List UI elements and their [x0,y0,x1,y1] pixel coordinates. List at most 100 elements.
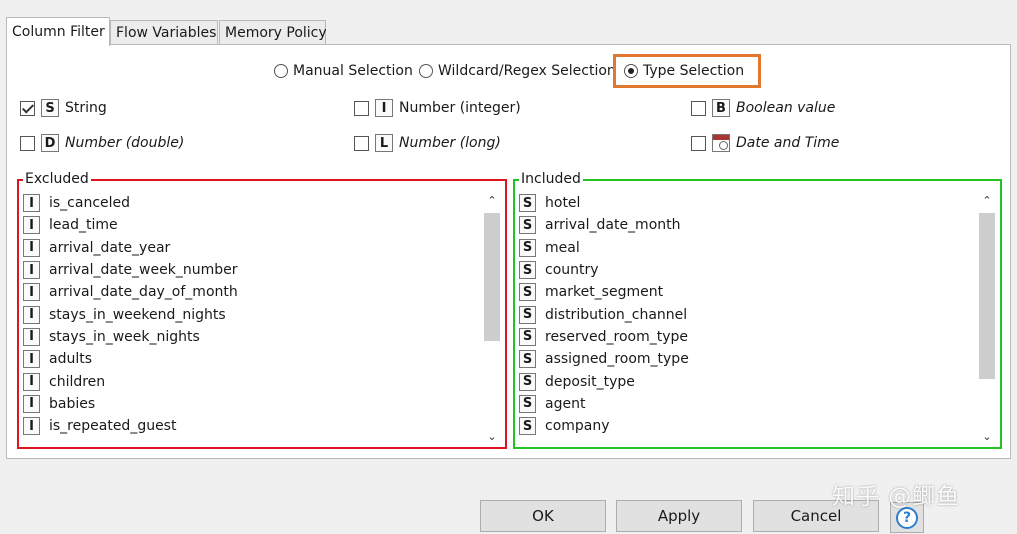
radio-manual-selection[interactable]: Manual Selection [274,63,413,79]
radio-label: Wildcard/Regex Selection [438,63,616,79]
type-label: String [65,100,107,116]
scroll-thumb[interactable] [979,213,995,379]
included-list[interactable]: Shotel Sarrival_date_month Smeal Scountry Sm… [519,192,976,446]
type-option-string[interactable]: S String [20,99,107,117]
string-type-icon: S [519,305,536,324]
list-item[interactable]: Iarrival_date_week_number [23,259,481,281]
list-item[interactable]: Smarket_segment [519,281,976,303]
list-item[interactable]: Sarrival_date_month [519,214,976,236]
tab-memory-policy[interactable]: Memory Policy [219,20,327,44]
tab-flow-variables[interactable]: Flow Variables [110,20,218,44]
column-name: is_repeated_guest [49,418,177,435]
ok-button[interactable]: OK [480,500,606,532]
list-item[interactable]: Smeal [519,237,976,259]
radio-wildcard-selection[interactable]: Wildcard/Regex Selection [419,63,616,79]
type-option-integer[interactable]: I Number (integer) [354,99,521,117]
list-item[interactable]: Sreserved_room_type [519,326,976,348]
column-name: arrival_date_month [545,217,681,234]
integer-type-icon: I [23,350,40,369]
checkbox[interactable] [354,100,369,116]
integer-type-icon: I [23,216,40,235]
list-item[interactable]: Sassigned_room_type [519,348,976,370]
type-option-long[interactable]: L Number (long) [354,134,501,152]
scroll-up-icon[interactable]: ⌃ [978,193,996,209]
highlight-box [613,54,761,88]
type-label: Number (long) [399,135,501,151]
column-name: assigned_room_type [545,351,689,368]
included-scrollbar[interactable]: ⌃ ⌄ [978,193,996,445]
column-name: arrival_date_day_of_month [49,284,238,301]
excluded-title: Excluded [23,170,91,188]
excluded-list[interactable]: Iis_canceled Ilead_time Iarrival_date_year… [23,192,481,446]
integer-type-icon: I [23,372,40,391]
radio-button-icon[interactable] [274,64,288,78]
radio-label: Manual Selection [293,63,413,79]
column-name: meal [545,239,580,256]
integer-type-icon: I [23,261,40,280]
integer-type-icon: I [23,194,40,213]
selection-mode-group: Manual Selection Wildcard/Regex Selectio… [7,63,1010,85]
integer-type-icon: I [23,417,40,436]
scroll-down-icon[interactable]: ⌄ [483,429,501,445]
radio-button-icon[interactable] [419,64,433,78]
type-option-boolean[interactable]: B Boolean value [691,99,835,117]
tab-column-filter[interactable]: Column Filter [6,17,110,46]
type-option-datetime[interactable]: Date and Time [691,134,839,152]
included-title: Included [519,170,583,188]
column-name: deposit_type [545,373,635,390]
list-item[interactable]: Iis_canceled [23,192,481,214]
list-item[interactable]: Iadults [23,348,481,370]
excluded-group: Excluded Iis_canceled Ilead_time Iarrival_… [17,170,507,449]
column-name: market_segment [545,284,664,301]
scroll-down-icon[interactable]: ⌄ [978,429,996,445]
list-item[interactable]: Iarrival_date_day_of_month [23,281,481,303]
column-name: children [49,373,106,390]
checkbox[interactable] [691,100,706,116]
column-name: adults [49,351,93,368]
calendar-icon [712,134,730,152]
list-item[interactable]: Istays_in_week_nights [23,326,481,348]
column-name: hotel [545,195,581,212]
type-label: Number (double) [65,135,185,151]
string-type-icon: S [519,216,536,235]
excluded-scrollbar[interactable]: ⌃ ⌄ [483,193,501,445]
column-name: babies [49,395,96,412]
integer-type-icon: I [23,283,40,302]
list-item[interactable]: Shotel [519,192,976,214]
list-item[interactable]: Scompany [519,415,976,437]
checkbox-checked[interactable] [20,100,35,116]
checkbox[interactable] [20,135,35,151]
list-item[interactable]: Sdistribution_channel [519,303,976,325]
checkbox[interactable] [354,135,369,151]
scroll-thumb[interactable] [484,213,500,341]
column-name: stays_in_week_nights [49,328,200,345]
apply-button[interactable]: Apply [616,500,742,532]
checkbox[interactable] [691,135,706,151]
type-option-double[interactable]: D Number (double) [20,134,184,152]
integer-type-icon: I [23,305,40,324]
string-type-icon: S [519,283,536,302]
string-type-icon: S [519,261,536,280]
list-item[interactable]: Sagent [519,393,976,415]
scroll-up-icon[interactable]: ⌃ [483,193,501,209]
included-group: Included Shotel Sarrival_date_month Smeal S… [513,170,1002,449]
column-filter-panel: Manual Selection Wildcard/Regex Selectio… [6,44,1011,459]
list-item[interactable]: Istays_in_weekend_nights [23,303,481,325]
list-item[interactable]: Ibabies [23,393,481,415]
string-type-icon: S [519,372,536,391]
list-item[interactable]: Scountry [519,259,976,281]
column-name: lead_time [49,217,118,234]
integer-type-icon: I [23,238,40,257]
list-item[interactable]: Ilead_time [23,214,481,236]
integer-type-icon: I [375,99,393,117]
long-type-icon: L [375,134,393,152]
column-name: arrival_date_week_number [49,262,238,279]
list-item[interactable]: Iis_repeated_guest [23,415,481,437]
double-type-icon: D [41,134,59,152]
column-name: country [545,262,599,279]
list-item[interactable]: Sdeposit_type [519,370,976,392]
string-type-icon: S [519,238,536,257]
column-name: distribution_channel [545,306,688,323]
list-item[interactable]: Iarrival_date_year [23,237,481,259]
list-item[interactable]: Ichildren [23,370,481,392]
